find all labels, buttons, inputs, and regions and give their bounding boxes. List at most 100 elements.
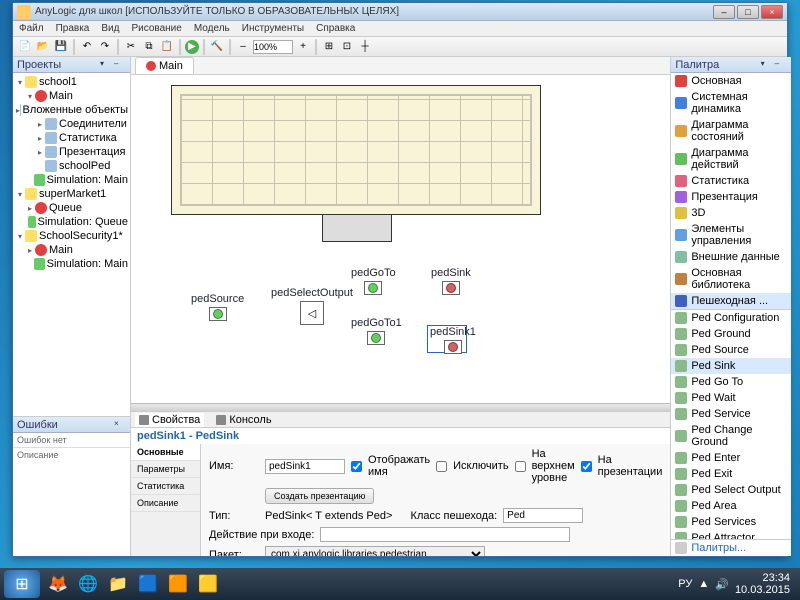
tree-node[interactable]: Simulation: Main: [15, 257, 128, 271]
zoom-out-icon[interactable]: –: [235, 39, 251, 55]
palette-group[interactable]: Основная библиотека: [671, 265, 790, 293]
pkg-select[interactable]: com.xj.anylogic.libraries.pedestrian: [265, 546, 485, 556]
tree-node[interactable]: schoolPed: [15, 159, 128, 173]
tree-node[interactable]: Simulation: Main: [15, 173, 128, 187]
present-checkbox[interactable]: [581, 461, 592, 472]
name-field[interactable]: [265, 459, 345, 474]
tree-node[interactable]: ▸Соединители: [15, 117, 128, 131]
tree-node[interactable]: ▸Queue: [15, 201, 128, 215]
toplevel-checkbox[interactable]: [515, 461, 526, 472]
tray-lang[interactable]: РУ: [678, 578, 692, 590]
taskbar-chrome-icon[interactable]: 🌐: [74, 571, 102, 597]
palette-group[interactable]: Диаграмма действий: [671, 145, 790, 173]
tree-node[interactable]: ▸Статистика: [15, 131, 128, 145]
tree-node[interactable]: ▸Презентация: [15, 145, 128, 159]
system-tray[interactable]: РУ ▲ 🔊 23:34 10.03.2015: [678, 572, 796, 596]
create-presentation-button[interactable]: Создать презентацию: [265, 488, 374, 504]
palette-item[interactable]: Ped Ground: [671, 326, 790, 342]
menu-model[interactable]: Модель: [194, 23, 230, 34]
palette-group[interactable]: Статистика: [671, 173, 790, 189]
block-pedsink[interactable]: pedSink: [431, 267, 471, 295]
menu-tools[interactable]: Инструменты: [242, 23, 304, 34]
tab-main[interactable]: Main: [135, 57, 194, 74]
taskbar-skype-icon[interactable]: 🟦: [134, 571, 162, 597]
palette-item[interactable]: Ped Go To: [671, 374, 790, 390]
tray-flag-icon[interactable]: ▲: [698, 578, 709, 590]
palette-item[interactable]: Ped Exit: [671, 466, 790, 482]
tree-node[interactable]: ▾Main: [15, 89, 128, 103]
exclude-checkbox[interactable]: [436, 461, 447, 472]
new-icon[interactable]: 📄: [17, 39, 33, 55]
taskbar-explorer-icon[interactable]: 📁: [104, 571, 132, 597]
errors-close-icon[interactable]: ×: [114, 419, 126, 431]
block-pedgoto[interactable]: pedGoTo: [351, 267, 396, 295]
taskbar-anylogic-icon[interactable]: 🟨: [194, 571, 222, 597]
palette-group[interactable]: Диаграмма состояний: [671, 117, 790, 145]
tree-node[interactable]: ▾SchoolSecurity1*: [15, 229, 128, 243]
paste-icon[interactable]: 📋: [159, 39, 175, 55]
menu-file[interactable]: Файл: [19, 23, 44, 34]
guides-icon[interactable]: ┼: [357, 39, 373, 55]
palette-item[interactable]: Ped Source: [671, 342, 790, 358]
build-icon[interactable]: 🔨: [209, 39, 225, 55]
palette-item[interactable]: Ped Configuration: [671, 310, 790, 326]
tree-node[interactable]: Simulation: Queue: [15, 215, 128, 229]
snap-icon[interactable]: ⊡: [339, 39, 355, 55]
palette-menu-icon[interactable]: ▾: [761, 59, 773, 71]
palette-item[interactable]: Ped Wait: [671, 390, 790, 406]
palette-item[interactable]: Ped Area: [671, 498, 790, 514]
collapse-icon[interactable]: ▾: [100, 59, 112, 71]
palette-item[interactable]: Ped Sink: [671, 358, 790, 374]
palette-item[interactable]: Ped Attractor: [671, 530, 790, 539]
maximize-button[interactable]: □: [737, 5, 759, 19]
block-pedselectoutput[interactable]: pedSelectOutput ◁: [271, 287, 353, 325]
grid-icon[interactable]: ⊞: [321, 39, 337, 55]
menu-help[interactable]: Справка: [316, 23, 355, 34]
tree-node[interactable]: ▾school1: [15, 75, 128, 89]
minimize-button[interactable]: –: [713, 5, 735, 19]
tree-node[interactable]: ▸Вложенные объекты: [15, 103, 128, 117]
project-tree[interactable]: ▾school1▾Main▸Вложенные объекты▸Соединит…: [13, 73, 130, 416]
action-field[interactable]: [320, 527, 570, 542]
h-scrollbar[interactable]: [131, 403, 670, 411]
tree-node[interactable]: ▾superMarket1: [15, 187, 128, 201]
palette-group[interactable]: Системная динамика: [671, 89, 790, 117]
block-pedsource[interactable]: pedSource: [191, 293, 244, 321]
menu-edit[interactable]: Правка: [56, 23, 90, 34]
minimize-panel-icon[interactable]: –: [114, 59, 126, 71]
palette-item[interactable]: Ped Change Ground: [671, 422, 790, 450]
start-button[interactable]: [4, 570, 40, 598]
copy-icon[interactable]: ⧉: [141, 39, 157, 55]
palette-group[interactable]: Презентация: [671, 189, 790, 205]
close-button[interactable]: ×: [761, 5, 783, 19]
show-name-checkbox[interactable]: [351, 461, 362, 472]
tray-network-icon[interactable]: 🔊: [715, 578, 729, 591]
run-icon[interactable]: ▶: [185, 40, 199, 54]
menu-draw[interactable]: Рисование: [131, 23, 181, 34]
section-stats[interactable]: Статистика: [131, 478, 200, 495]
palette-group[interactable]: Элементы управления: [671, 221, 790, 249]
tree-node[interactable]: ▸Main: [15, 243, 128, 257]
block-pedsink1[interactable]: pedSink1: [430, 326, 476, 354]
save-icon[interactable]: 💾: [53, 39, 69, 55]
zoom-in-icon[interactable]: +: [295, 39, 311, 55]
section-desc[interactable]: Описание: [131, 495, 200, 512]
palette-item[interactable]: Ped Service: [671, 406, 790, 422]
taskbar-firefox-icon[interactable]: 🦊: [44, 571, 72, 597]
class-field[interactable]: [503, 508, 583, 523]
cut-icon[interactable]: ✂: [123, 39, 139, 55]
canvas[interactable]: pedSource pedSelectOutput ◁ pedGoTo pedG…: [131, 75, 670, 411]
undo-icon[interactable]: ↶: [79, 39, 95, 55]
palette-min-icon[interactable]: –: [775, 59, 787, 71]
tray-clock[interactable]: 23:34 10.03.2015: [735, 572, 790, 596]
zoom-input[interactable]: [253, 40, 293, 54]
menu-view[interactable]: Вид: [101, 23, 119, 34]
palette-item[interactable]: Ped Services: [671, 514, 790, 530]
open-icon[interactable]: 📂: [35, 39, 51, 55]
palette-item[interactable]: Ped Enter: [671, 450, 790, 466]
palette-group[interactable]: Пешеходная ...: [671, 293, 790, 309]
section-params[interactable]: Параметры: [131, 461, 200, 478]
taskbar-powerpoint-icon[interactable]: 🟧: [164, 571, 192, 597]
palette-group[interactable]: Внешние данные: [671, 249, 790, 265]
palette-group[interactable]: Основная: [671, 73, 790, 89]
